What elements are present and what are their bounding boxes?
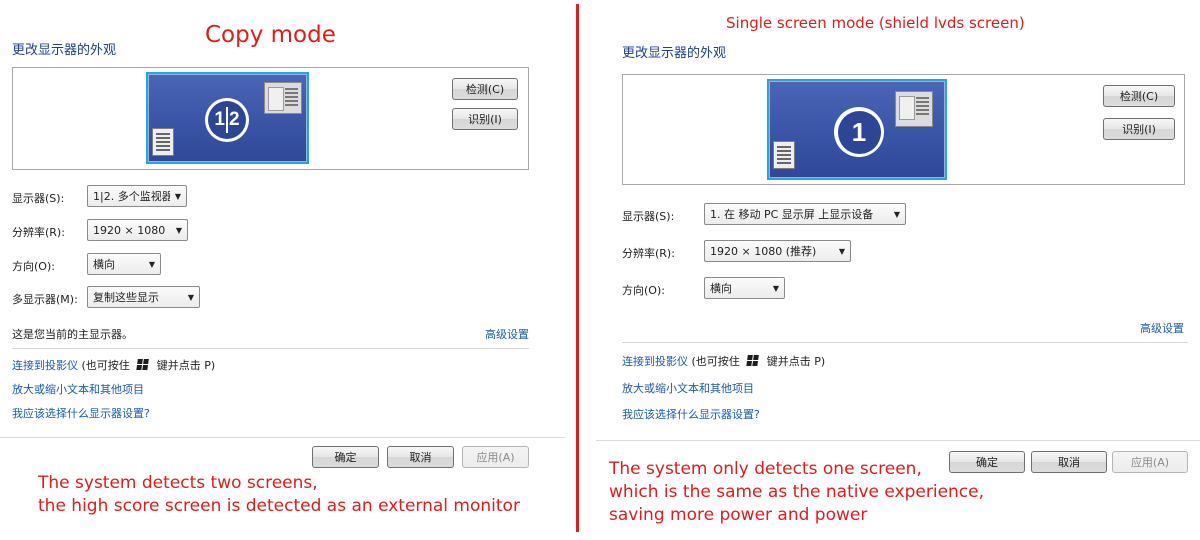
projector-row: 连接到投影仪 (也可按住 键并点击 P) <box>622 353 825 369</box>
annotation-line-2: which is the same as the native experien… <box>609 482 985 502</box>
copy-mode-annotation: The system detects two screens, the high… <box>38 472 520 518</box>
page-heading: 更改显示器的外观 <box>622 46 727 61</box>
document-icon <box>773 141 795 169</box>
connect-projector-link[interactable]: 连接到投影仪 <box>622 355 688 368</box>
multi-display-select[interactable]: 复制这些显示 ▼ <box>87 286 200 308</box>
chevron-down-icon: ▼ <box>187 292 195 302</box>
annotation-line-1: The system only detects one screen, <box>609 459 922 479</box>
windows-logo-icon <box>746 355 760 367</box>
orientation-label: 方向(O): <box>622 284 665 297</box>
identify-button[interactable]: 识别(I) <box>452 108 518 130</box>
resolution-select-value: 1920 × 1080 <box>93 223 166 237</box>
copy-mode-panel: Copy mode 更改显示器的外观 1 2 检测(C) 识别(I) 显示器(S… <box>0 0 565 540</box>
projector-hint-after: 键并点击 P) <box>766 355 826 368</box>
annotation-line-2: the high score screen is detected as an … <box>38 496 520 516</box>
display-label: 显示器(S): <box>12 192 65 205</box>
apply-button[interactable]: 应用(A) <box>462 446 529 468</box>
projector-row: 连接到投影仪 (也可按住 键并点击 P) <box>12 357 215 373</box>
resolution-label: 分辨率(R): <box>622 247 675 260</box>
annotation-line-3: saving more power and power <box>609 505 868 525</box>
enlarge-text-link[interactable]: 放大或缩小文本和其他项目 <box>12 381 144 397</box>
multi-display-select-value: 复制这些显示 <box>93 291 159 304</box>
which-settings-link[interactable]: 我应该选择什么显示器设置? <box>12 405 150 421</box>
apply-button[interactable]: 应用(A) <box>1112 451 1188 473</box>
single-screen-annotation: The system only detects one screen, whic… <box>609 458 984 527</box>
chevron-down-icon: ▼ <box>175 225 183 235</box>
detect-button[interactable]: 检测(C) <box>1103 85 1175 107</box>
section-divider <box>622 342 1188 343</box>
document-icon <box>152 128 174 156</box>
projector-hint-before: (也可按住 <box>81 359 130 372</box>
monitor-thumbnail[interactable]: 1 2 <box>146 72 309 164</box>
ok-button[interactable]: 确定 <box>312 446 379 468</box>
multi-display-label: 多显示器(M): <box>12 293 78 306</box>
connect-projector-link[interactable]: 连接到投影仪 <box>12 359 78 372</box>
cancel-button[interactable]: 取消 <box>387 446 454 468</box>
primary-display-note: 这是您当前的主显示器。 <box>12 328 133 341</box>
enlarge-text-link[interactable]: 放大或缩小文本和其他项目 <box>622 380 754 396</box>
resolution-select[interactable]: 1920 × 1080 (推荐) ▼ <box>704 240 851 262</box>
orientation-select[interactable]: 横向 ▼ <box>704 277 785 299</box>
cancel-button[interactable]: 取消 <box>1031 451 1107 473</box>
orientation-label: 方向(O): <box>12 260 55 273</box>
window-icon <box>264 82 302 114</box>
annotation-line-1: The system detects two screens, <box>38 473 318 493</box>
monitor-number-1: 1 <box>851 116 867 147</box>
single-screen-panel: Single screen mode (shield lvds screen) … <box>596 0 1200 540</box>
display-preview-area: 1 检测(C) 识别(I) <box>622 74 1185 185</box>
monitor-number-badge: 1 2 <box>205 98 249 142</box>
monitor-number-1: 1 <box>214 109 225 130</box>
orientation-select-value: 横向 <box>710 282 732 295</box>
projector-hint-after: 键并点击 P) <box>156 359 216 372</box>
chevron-down-icon: ▼ <box>174 191 182 201</box>
chevron-down-icon: ▼ <box>893 209 901 219</box>
display-label: 显示器(S): <box>622 210 675 223</box>
chevron-down-icon: ▼ <box>838 246 846 256</box>
identify-button[interactable]: 识别(I) <box>1103 118 1175 140</box>
display-select[interactable]: 1|2. 多个监视器 ▼ <box>87 185 187 207</box>
orientation-select-value: 横向 <box>93 258 115 271</box>
panel-divider <box>576 4 579 532</box>
badge-divider <box>226 107 228 133</box>
resolution-select[interactable]: 1920 × 1080 ▼ <box>87 219 188 241</box>
monitor-number-badge: 1 <box>834 107 884 157</box>
display-select-value: 1. 在 移动 PC 显示屏 上显示设备 <box>710 208 874 221</box>
advanced-settings-link[interactable]: 高级设置 <box>485 326 529 342</box>
window-icon <box>895 91 933 127</box>
detect-button[interactable]: 检测(C) <box>452 78 518 100</box>
chevron-down-icon: ▼ <box>148 259 156 269</box>
copy-mode-title: Copy mode <box>205 22 336 48</box>
section-divider <box>12 348 529 349</box>
page-heading: 更改显示器的外观 <box>12 43 117 58</box>
orientation-select[interactable]: 横向 ▼ <box>87 253 161 275</box>
resolution-select-value: 1920 × 1080 (推荐) <box>710 245 817 258</box>
display-preview-area: 1 2 检测(C) 识别(I) <box>12 67 529 170</box>
resolution-label: 分辨率(R): <box>12 226 65 239</box>
display-select-value: 1|2. 多个监视器 <box>93 190 170 203</box>
projector-hint-before: (也可按住 <box>691 355 740 368</box>
monitor-thumbnail[interactable]: 1 <box>767 79 947 180</box>
which-settings-link[interactable]: 我应该选择什么显示器设置? <box>622 406 760 422</box>
monitor-number-2: 2 <box>229 109 240 130</box>
advanced-settings-link[interactable]: 高级设置 <box>1140 320 1184 336</box>
chevron-down-icon: ▼ <box>772 283 780 293</box>
windows-logo-icon <box>136 359 150 371</box>
display-select[interactable]: 1. 在 移动 PC 显示屏 上显示设备 ▼ <box>704 203 906 225</box>
single-screen-title: Single screen mode (shield lvds screen) <box>726 14 1025 32</box>
